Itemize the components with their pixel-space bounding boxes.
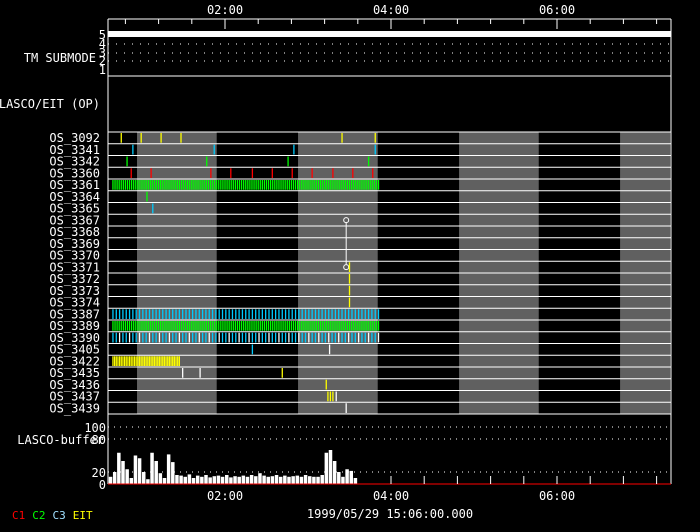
buffer-bar [179, 475, 183, 484]
buffer-bar [237, 476, 241, 484]
buffer-bar [295, 475, 300, 484]
buffer-bar [337, 472, 341, 484]
buffer-bar [278, 476, 283, 484]
buffer-bar [225, 475, 229, 484]
buffer-bar [158, 473, 163, 484]
buffer-bar [299, 476, 304, 484]
buffer-bar [195, 475, 200, 484]
buffer-bar [137, 458, 142, 484]
timeline-chart: 02:00 02:00 04:00 04:00 06:00 06:00 TM SUBMODE… [0, 3, 672, 521]
tm-submode-bar [108, 31, 671, 37]
buffer-bar [308, 476, 312, 484]
buffer-bar [129, 478, 134, 484]
buffer-bar [142, 472, 146, 484]
buffer-bar [258, 473, 262, 484]
buffer-bar [287, 476, 291, 484]
buffer-bar [349, 470, 353, 484]
buffer-bar [316, 476, 320, 484]
buffer-bar [200, 476, 204, 484]
buffer-bar [254, 476, 258, 484]
row-label: OS_3439 [49, 401, 100, 415]
buffer-bar [150, 452, 154, 484]
buffer-bar [220, 476, 225, 484]
buffer-tick-label: 0 [99, 478, 106, 492]
buffer-bar [154, 461, 158, 484]
legend-eit: EIT [72, 509, 93, 522]
buffer-bar [345, 469, 349, 484]
top-tick-label: 02:00 [207, 3, 243, 17]
buffer-bar [229, 477, 233, 484]
buffer-bar [328, 450, 333, 484]
buffer-bar [117, 452, 121, 484]
buffer-bar [283, 475, 287, 484]
tm-submode-label: TM SUBMODE [24, 51, 96, 65]
buffer-bar [175, 475, 179, 484]
buffer-bar [274, 475, 279, 484]
buffer-bar [291, 476, 295, 484]
buffer-bar [183, 476, 187, 484]
buffer-bar [125, 469, 129, 484]
buffer-bar [204, 475, 208, 484]
legend-c3: C3 [52, 509, 66, 522]
buffer-bar [245, 476, 250, 484]
buffer-bar [303, 475, 308, 484]
buffer-tick-label: 80 [92, 433, 106, 447]
buffer-bar [266, 476, 270, 484]
buffer-bar [324, 452, 329, 484]
buffer-bar [262, 475, 266, 484]
buffer-bar [187, 474, 192, 484]
buffer-bar [216, 475, 221, 484]
buffer-bar [212, 476, 217, 484]
buffer-bar [166, 454, 171, 484]
buffer-bar [162, 478, 167, 484]
top-tick-label: 06:00 [539, 3, 575, 17]
op-panel-label: LASCO/EIT (OP) [0, 97, 100, 111]
buffer-bar [332, 461, 337, 484]
bottom-tick-label: 04:00 [373, 489, 409, 503]
buffer-bar [353, 478, 358, 484]
bottom-tick-label: 02:00 [207, 489, 243, 503]
buffer-bar [233, 476, 237, 484]
buffer-bar [108, 476, 113, 484]
buffer-bar [249, 475, 254, 484]
tm-level-label: 1 [99, 63, 106, 77]
buffer-bar [208, 477, 212, 484]
date-label: 1999/05/29 15:06:00.000 [307, 507, 473, 521]
legend-c2: C2 [32, 509, 46, 522]
buffer-bar [191, 478, 196, 484]
buffer-bar [133, 455, 138, 484]
buffer-bar [121, 461, 125, 484]
buffer-bar [270, 476, 275, 484]
legend: C1 C2 C3 EIT [12, 509, 100, 522]
buffer-bar [341, 476, 345, 484]
buffer-bar [171, 462, 175, 484]
buffer-bar [320, 475, 324, 484]
buffer-bar [241, 475, 246, 484]
top-tick-label: 04:00 [373, 3, 409, 17]
bottom-tick-label: 06:00 [539, 489, 575, 503]
legend-c1: C1 [12, 509, 26, 522]
buffer-bar [112, 472, 117, 484]
buffer-bar [312, 476, 316, 484]
buffer-bar [146, 479, 150, 484]
